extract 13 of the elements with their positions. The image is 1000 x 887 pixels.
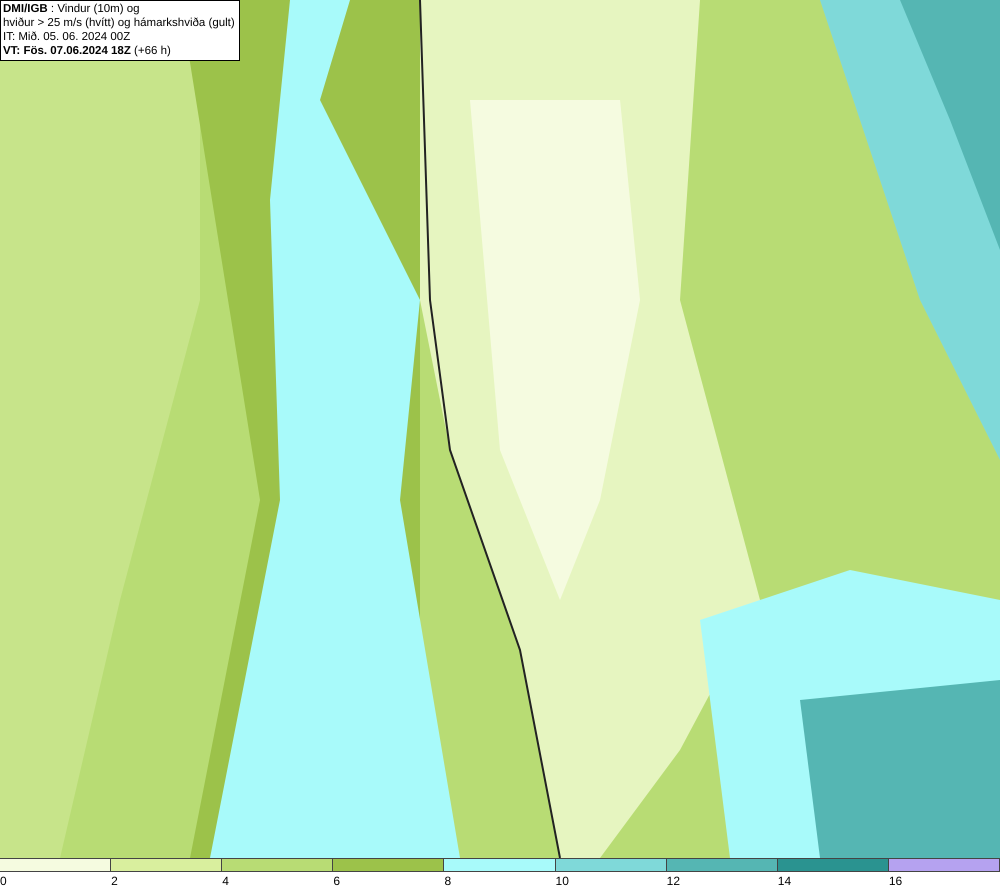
header-text: VT: Fös. 07.06.2024 18Z (+66 h) [3,44,172,58]
legend-tick-label: 0 [0,874,7,887]
header-text: IT: Mið. 05. 06. 2024 00Z [3,30,132,44]
legend-tick-label: 12 [666,874,680,887]
header-text: hviður > 25 m/s (hvítt) og hámarkshviða (gult) [3,16,235,30]
legend-tick-label: 10 [556,874,569,887]
legend-tick-label: 6 [333,874,340,887]
legend-tick-label: 14 [778,874,792,887]
header-text: DMI/IGB : Vindur (10m) og [3,2,141,16]
legend-tick-label: 16 [888,874,902,887]
legend-tick-label: 2 [111,874,118,887]
legend-tick-label: 4 [222,874,229,887]
legend-tick-label: 8 [444,874,452,887]
